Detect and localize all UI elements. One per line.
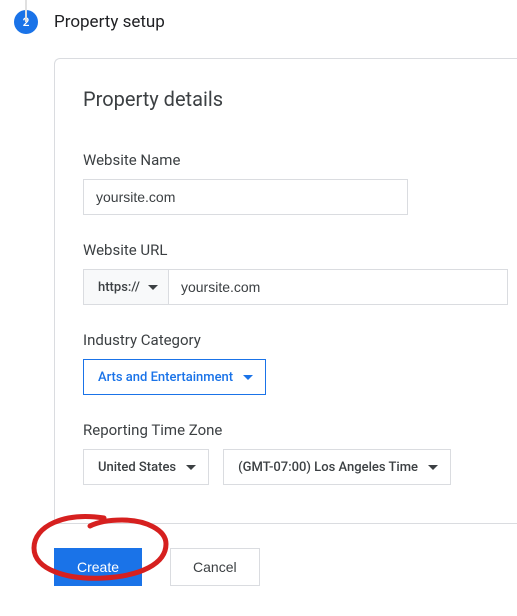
step-header: 2 Property setup (14, 10, 517, 34)
timezone-group: Reporting Time Zone United States (GMT-0… (83, 421, 517, 485)
caret-down-icon (243, 375, 253, 380)
property-details-card: Property details Website Name Website UR… (54, 58, 517, 524)
step-title: Property setup (54, 12, 165, 32)
timezone-label: Reporting Time Zone (83, 421, 517, 439)
website-name-label: Website Name (83, 151, 517, 169)
create-button[interactable]: Create (54, 548, 142, 586)
step-connector-line (25, 0, 27, 22)
caret-down-icon (428, 465, 438, 470)
industry-label: Industry Category (83, 331, 517, 349)
timezone-country-value: United States (98, 460, 176, 475)
action-row: Create Cancel (54, 548, 517, 586)
caret-down-icon (186, 465, 196, 470)
industry-group: Industry Category Arts and Entertainment (83, 331, 517, 395)
industry-value: Arts and Entertainment (98, 370, 233, 385)
website-name-group: Website Name (83, 151, 517, 215)
cancel-button[interactable]: Cancel (170, 548, 260, 586)
website-name-input[interactable] (83, 179, 408, 215)
timezone-offset-value: (GMT-07:00) Los Angeles Time (238, 460, 418, 475)
url-scheme-select[interactable]: https:// (83, 269, 168, 305)
website-url-group: Website URL https:// (83, 241, 517, 305)
website-url-label: Website URL (83, 241, 517, 259)
industry-select[interactable]: Arts and Entertainment (83, 359, 266, 395)
card-title: Property details (83, 87, 517, 111)
website-url-input[interactable] (168, 269, 508, 305)
timezone-offset-select[interactable]: (GMT-07:00) Los Angeles Time (223, 449, 451, 485)
url-scheme-value: https:// (98, 280, 140, 295)
timezone-country-select[interactable]: United States (83, 449, 209, 485)
caret-down-icon (148, 285, 158, 290)
